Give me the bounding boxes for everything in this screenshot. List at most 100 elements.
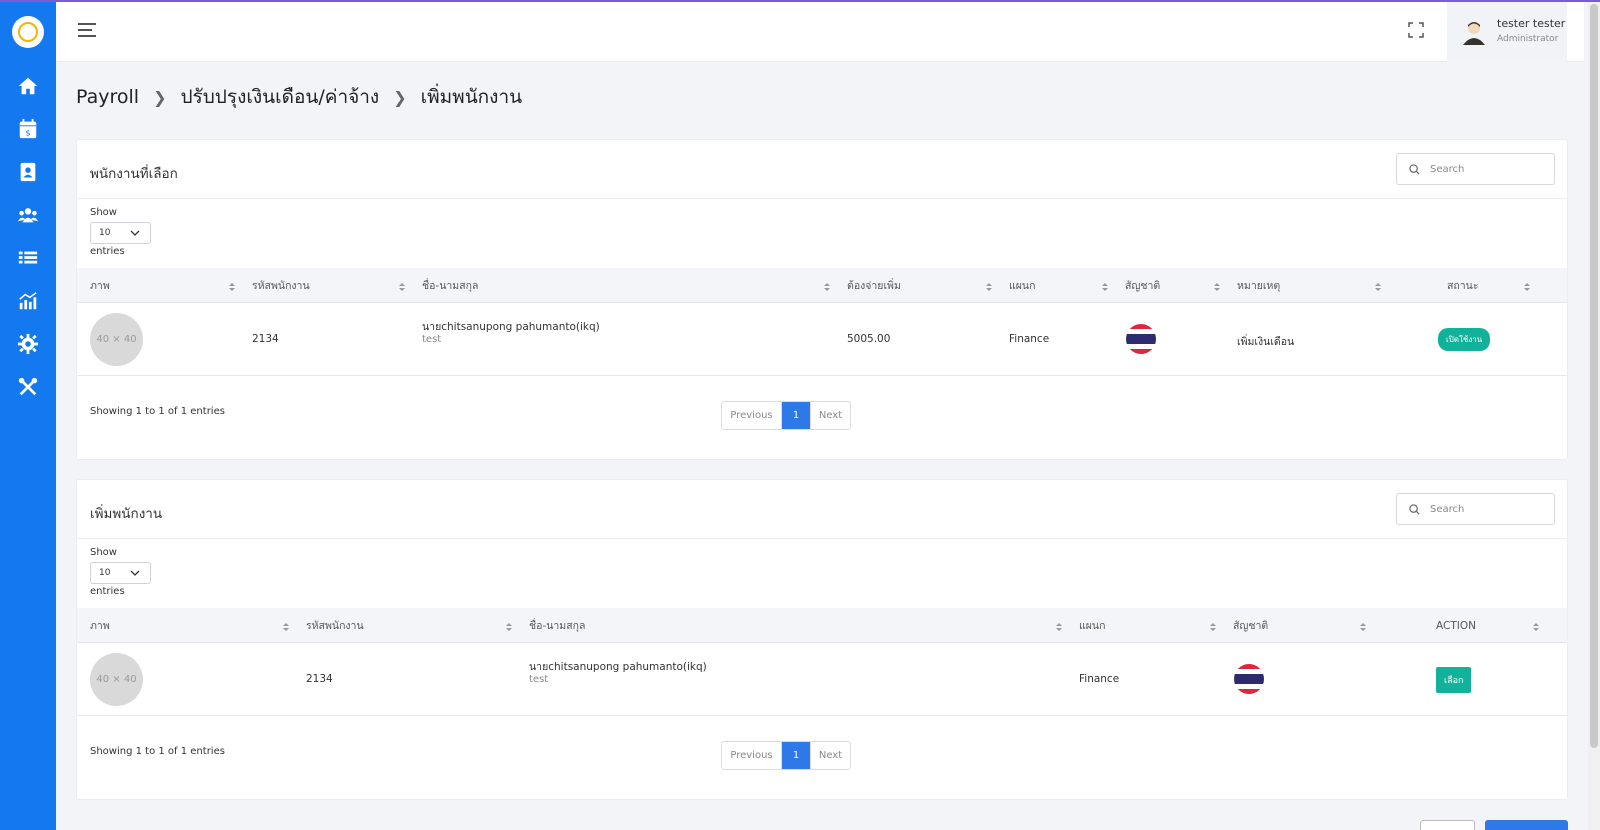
column-header-amount[interactable]: ต้องจ่ายเพิ่ม bbox=[847, 268, 901, 303]
selected-employees-card: พนักงานที่เลือก Show 10 entries ภาพ รหัส… bbox=[76, 139, 1568, 460]
chevron-right-icon: ❯ bbox=[393, 87, 407, 107]
search-icon bbox=[1409, 163, 1420, 175]
column-header-name[interactable]: ชื่อ-นามสกุล bbox=[529, 608, 585, 643]
select-employee-button[interactable]: เลือก bbox=[1436, 667, 1472, 693]
column-header-code[interactable]: รหัสพนักงาน bbox=[252, 268, 310, 303]
sort-icon[interactable] bbox=[986, 282, 992, 292]
show-label: Show bbox=[90, 207, 117, 218]
employee-card-icon[interactable] bbox=[0, 150, 56, 193]
sort-icon[interactable] bbox=[1375, 282, 1381, 292]
sort-icon[interactable] bbox=[229, 282, 235, 292]
sidebar: $ bbox=[0, 0, 56, 830]
sort-icon[interactable] bbox=[1056, 622, 1062, 632]
column-header-code[interactable]: รหัสพนักงาน bbox=[306, 608, 364, 643]
tools-icon[interactable] bbox=[0, 365, 56, 408]
fullscreen-icon[interactable] bbox=[1408, 22, 1426, 40]
search-icon bbox=[1409, 503, 1420, 515]
card-title: เพิ่มพนักงาน bbox=[90, 506, 163, 522]
sort-icon[interactable] bbox=[1214, 282, 1220, 292]
page-scrollbar-thumb[interactable] bbox=[1590, 4, 1598, 748]
home-icon[interactable] bbox=[0, 64, 56, 107]
sort-icon[interactable] bbox=[1102, 282, 1108, 292]
user-menu[interactable]: tester tester Administrator bbox=[1447, 2, 1567, 62]
pagination: Previous 1 Next bbox=[721, 741, 851, 770]
entries-value: 10 bbox=[99, 228, 111, 238]
search-box[interactable] bbox=[1396, 493, 1555, 525]
column-header-nationality[interactable]: สัญชาติ bbox=[1233, 608, 1268, 643]
logo-icon[interactable] bbox=[12, 16, 44, 48]
pagination-previous[interactable]: Previous bbox=[722, 402, 782, 429]
sort-icon[interactable] bbox=[399, 282, 405, 292]
entries-select[interactable]: 10 bbox=[90, 222, 151, 244]
column-header-department[interactable]: แผนก bbox=[1079, 608, 1105, 643]
table-info: Showing 1 to 1 of 1 entries bbox=[90, 746, 225, 757]
department: Finance bbox=[1079, 673, 1120, 685]
chevron-right-icon: ❯ bbox=[153, 87, 167, 107]
pagination-page-1[interactable]: 1 bbox=[782, 402, 810, 429]
sort-icon[interactable] bbox=[1533, 622, 1539, 632]
breadcrumb-add-employee: เพิ่มพนักงาน bbox=[420, 86, 523, 108]
list-icon[interactable] bbox=[0, 236, 56, 279]
pagination-next[interactable]: Next bbox=[810, 402, 850, 429]
search-box[interactable] bbox=[1396, 153, 1555, 185]
employee-name: นายchitsanupong pahumanto(ikq) bbox=[529, 661, 707, 673]
save-button[interactable] bbox=[1485, 820, 1568, 830]
column-header-nationality[interactable]: สัญชาติ bbox=[1125, 268, 1160, 303]
add-employees-card: เพิ่มพนักงาน Show 10 entries ภาพ รหัสพนั… bbox=[76, 479, 1568, 800]
employee-photo-placeholder: 40 × 40 bbox=[90, 653, 143, 706]
sort-icon[interactable] bbox=[824, 282, 830, 292]
search-input[interactable] bbox=[1430, 163, 1540, 175]
entries-label: entries bbox=[90, 246, 125, 257]
column-header-action[interactable]: ACTION bbox=[1436, 608, 1476, 643]
chevron-down-icon bbox=[130, 570, 140, 576]
sort-icon[interactable] bbox=[1210, 622, 1216, 632]
table-header: ภาพ รหัสพนักงาน ชื่อ-นามสกุล ต้องจ่ายเพิ… bbox=[77, 268, 1567, 303]
column-header-note[interactable]: หมายเหตุ bbox=[1237, 268, 1280, 303]
column-header-status[interactable]: สถานะ bbox=[1447, 268, 1478, 303]
sort-icon[interactable] bbox=[283, 622, 289, 632]
menu-icon[interactable] bbox=[78, 23, 96, 39]
cancel-button[interactable] bbox=[1420, 820, 1475, 830]
svg-text:$: $ bbox=[25, 127, 30, 137]
pagination-page-1[interactable]: 1 bbox=[782, 742, 810, 769]
column-header-photo[interactable]: ภาพ bbox=[90, 608, 110, 643]
pagination-previous[interactable]: Previous bbox=[722, 742, 782, 769]
employee-name: นายchitsanupong pahumanto(ikq) bbox=[422, 321, 600, 333]
breadcrumb-salary-adjust[interactable]: ปรับปรุงเงินเดือน/ค่าจ้าง bbox=[180, 82, 379, 112]
team-icon[interactable] bbox=[0, 193, 56, 236]
sort-icon[interactable] bbox=[1360, 622, 1366, 632]
payroll-calendar-icon[interactable]: $ bbox=[0, 107, 56, 150]
table-info: Showing 1 to 1 of 1 entries bbox=[90, 406, 225, 417]
top-accent-line bbox=[0, 0, 1600, 2]
table-header: ภาพ รหัสพนักงาน ชื่อ-นามสกุล แผนก สัญชาต… bbox=[77, 608, 1567, 643]
sort-icon[interactable] bbox=[506, 622, 512, 632]
extra-amount: 5005.00 bbox=[847, 333, 891, 345]
table-row: 40 × 40 2134 นายchitsanupong pahumanto(i… bbox=[77, 643, 1567, 716]
table-row: 40 × 40 2134 นายchitsanupong pahumanto(i… bbox=[77, 303, 1567, 376]
chart-icon[interactable] bbox=[0, 279, 56, 322]
employee-photo-placeholder: 40 × 40 bbox=[90, 313, 143, 366]
user-avatar-icon bbox=[1461, 19, 1487, 45]
column-header-department[interactable]: แผนก bbox=[1009, 268, 1035, 303]
breadcrumb: Payroll ❯ ปรับปรุงเงินเดือน/ค่าจ้าง ❯ เพ… bbox=[76, 82, 522, 112]
entries-label: entries bbox=[90, 586, 125, 597]
card-title: พนักงานที่เลือก bbox=[90, 166, 178, 182]
pagination: Previous 1 Next bbox=[721, 401, 851, 430]
column-header-photo[interactable]: ภาพ bbox=[90, 268, 110, 303]
breadcrumb-payroll[interactable]: Payroll bbox=[76, 86, 139, 108]
employee-code: 2134 bbox=[306, 673, 333, 685]
top-bar: tester tester Administrator bbox=[56, 2, 1584, 62]
employee-code: 2134 bbox=[252, 333, 279, 345]
settings-icon[interactable] bbox=[0, 322, 56, 365]
thai-flag-icon bbox=[1126, 324, 1156, 354]
search-input[interactable] bbox=[1430, 503, 1540, 515]
entries-select[interactable]: 10 bbox=[90, 562, 151, 584]
pagination-next[interactable]: Next bbox=[810, 742, 850, 769]
entries-value: 10 bbox=[99, 568, 111, 578]
sort-icon[interactable] bbox=[1524, 282, 1530, 292]
divider bbox=[77, 198, 1567, 199]
thai-flag-icon bbox=[1234, 664, 1264, 694]
divider bbox=[77, 538, 1567, 539]
chevron-down-icon bbox=[130, 230, 140, 236]
column-header-name[interactable]: ชื่อ-นามสกุล bbox=[422, 268, 478, 303]
